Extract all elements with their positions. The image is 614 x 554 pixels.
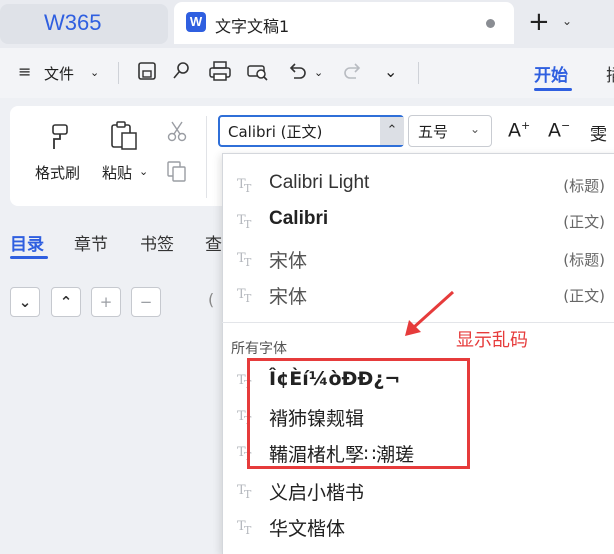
active-tab-indicator — [534, 88, 572, 91]
file-menu-button[interactable]: 文件 — [44, 63, 74, 84]
font-option-name: Calibri Light — [269, 172, 370, 193]
undo-icon[interactable] — [286, 60, 308, 82]
svg-text:T: T — [244, 218, 252, 229]
print-icon[interactable] — [208, 60, 232, 82]
increase-font-icon[interactable]: A+ — [508, 119, 530, 141]
annotation-highlight-box — [247, 358, 470, 469]
tab-insert[interactable]: 插 — [606, 61, 614, 86]
format-painter-label[interactable]: 格式刷 — [35, 162, 80, 183]
chevron-down-icon[interactable]: ⌄ — [90, 66, 99, 79]
tab-chapters[interactable]: 章节 — [74, 230, 108, 255]
expand-up-button[interactable]: ⌃ — [51, 287, 81, 317]
new-tab-button[interactable]: + — [528, 8, 550, 36]
ribbon-divider — [206, 116, 207, 198]
app-logo[interactable]: W365 — [44, 10, 101, 36]
svg-text:T: T — [244, 292, 252, 303]
copy-icon[interactable] — [166, 160, 188, 182]
font-name-value[interactable]: Calibri (正文) — [228, 121, 322, 142]
navigation-pane — [0, 210, 222, 538]
annotation-arrow-icon — [405, 290, 455, 336]
font-option-tag: (正文) — [563, 287, 605, 305]
add-heading-button[interactable]: + — [91, 287, 121, 317]
chevron-down-icon[interactable]: ⌄ — [562, 14, 572, 28]
chevron-down-icon[interactable]: ⌄ — [470, 122, 480, 136]
chevron-down-icon[interactable]: ⌄ — [139, 165, 148, 178]
redo-icon[interactable] — [342, 60, 364, 82]
truetype-icon: TT — [237, 251, 252, 267]
document-tab-title: 文字文稿1 — [215, 17, 290, 36]
format-painter-icon[interactable] — [44, 122, 74, 152]
svg-text:T: T — [244, 182, 252, 193]
truetype-icon: TT — [237, 519, 252, 535]
tab-toc[interactable]: 目录 — [10, 230, 44, 255]
toolbar-divider — [118, 62, 119, 84]
toolbar-divider — [418, 62, 419, 84]
tab-start[interactable]: 开始 — [534, 61, 568, 86]
export-icon[interactable] — [170, 60, 192, 82]
font-option[interactable]: TT 义启小楷书 — [223, 472, 614, 508]
partial-text: ( — [208, 290, 215, 309]
cut-icon[interactable] — [166, 120, 188, 142]
font-option-name: 义启小楷书 — [269, 482, 365, 504]
more-icon[interactable]: ⌄ — [384, 62, 397, 81]
truetype-icon: TT — [237, 213, 252, 229]
svg-text:T: T — [244, 524, 252, 535]
truetype-icon: TT — [237, 483, 252, 499]
tab-bookmarks[interactable]: 书签 — [140, 230, 174, 255]
paste-button-label[interactable]: 粘贴 — [102, 162, 132, 183]
font-option[interactable]: TT Calibri (正文) — [223, 202, 614, 238]
svg-text:T: T — [244, 256, 252, 267]
active-tab-indicator — [10, 256, 48, 259]
font-option-tag: (正文) — [563, 213, 605, 231]
paste-icon[interactable] — [108, 120, 140, 152]
truetype-icon: TT — [237, 177, 252, 193]
font-size-value[interactable]: 五号 — [418, 121, 448, 142]
unsaved-dot-icon[interactable] — [486, 19, 495, 28]
truetype-icon: TT — [237, 287, 252, 303]
remove-heading-button[interactable]: − — [131, 287, 161, 317]
font-option-tag: (标题) — [563, 177, 605, 195]
tab-search[interactable]: 查 — [205, 230, 222, 255]
font-option-name: 华文楷体 — [269, 518, 346, 540]
save-icon[interactable] — [136, 60, 158, 82]
menu-icon[interactable]: ≡ — [18, 62, 31, 81]
chevron-down-icon[interactable]: ⌄ — [314, 66, 323, 79]
phonetic-guide-icon[interactable]: 雯 — [590, 120, 607, 145]
font-option[interactable]: TT Calibri Light (标题) — [223, 166, 614, 202]
font-option[interactable]: TT 宋体 (标题) — [223, 240, 614, 276]
decrease-font-icon[interactable]: A− — [548, 119, 570, 141]
print-preview-icon[interactable] — [246, 60, 270, 82]
word-icon: W — [186, 12, 206, 32]
font-option-name: Calibri — [269, 208, 329, 229]
annotation-label: 显示乱码 — [456, 330, 528, 351]
collapse-all-button[interactable]: ⌄ — [10, 287, 40, 317]
font-option[interactable]: TT 华文楷体 — [223, 508, 614, 544]
svg-text:T: T — [244, 488, 252, 499]
font-option-name: 宋体 — [269, 250, 308, 272]
chevron-up-icon[interactable]: ⌃ — [380, 117, 404, 145]
font-option-tag: (标题) — [563, 251, 605, 269]
all-fonts-heading: 所有字体 — [231, 341, 287, 357]
font-option-name: 宋体 — [269, 286, 308, 308]
